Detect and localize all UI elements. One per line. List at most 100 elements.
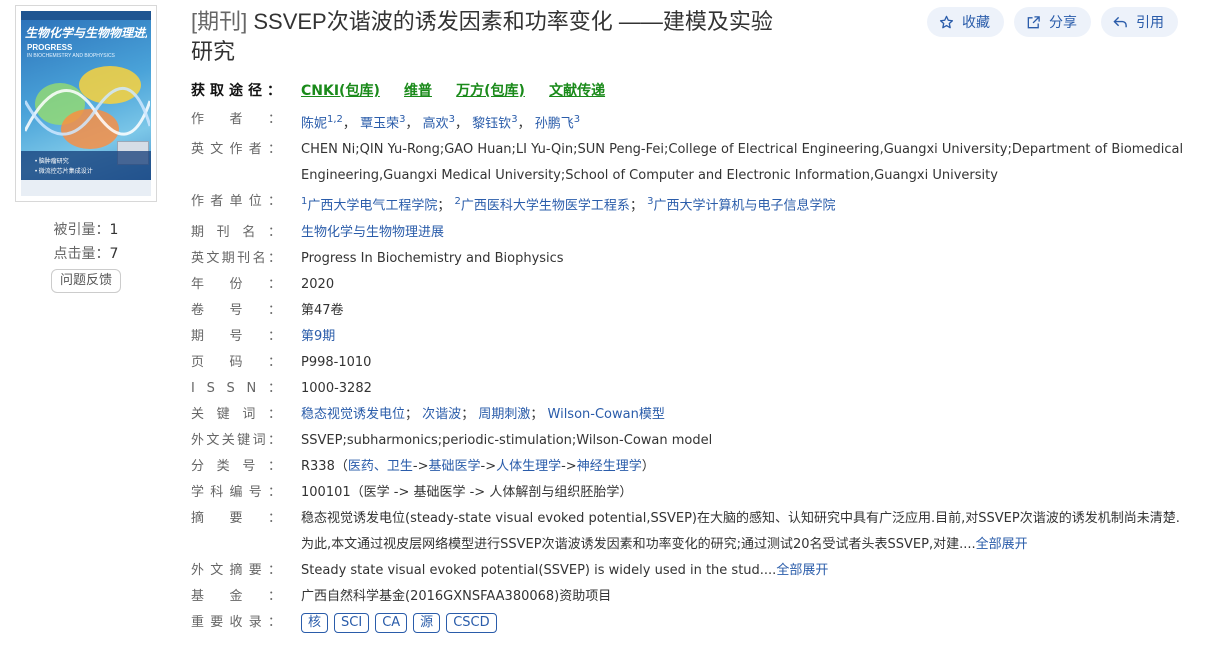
share-icon [1027,15,1040,28]
fund-label: 基金： [191,588,281,604]
feedback-button[interactable]: 问题反馈 [50,269,121,293]
year-row: 年份： 2020 [191,272,1191,298]
cover-subtitle-en: IN BIOCHEMISTRY AND BIOPHYSICS [27,53,115,59]
classification-value: R338（医药、卫生->基础医学->人体生理学->神经生理学） [301,458,655,474]
affiliation-link[interactable]: 广西医科大学生物医学工程系 [461,199,630,214]
volume-label: 卷号： [191,302,281,318]
affiliations-label: 作者单位： [191,194,281,210]
subject-row: 学科编号： 100101（医学 -> 基础医学 -> 人体解剖与组织胚胎学） [191,480,1191,506]
affiliations-row: 作者单位： 1广西大学电气工程学院； 2广西医科大学生物医学工程系； 3广西大学… [191,189,1191,219]
abstract-en-expand-link[interactable]: 全部展开 [776,563,828,578]
keywords-en-row: 外文关键词： SSVEP;subharmonics;periodic-stimu… [191,428,1191,454]
authors-label: 作者： [191,112,281,127]
access-link-weipu[interactable]: 维普 [404,83,432,99]
affiliation-link[interactable]: 广西大学电气工程学院 [307,199,437,214]
index-tag-sci[interactable]: SCI [334,612,370,633]
en-authors-row: 英文作者： CHEN Ni;QIN Yu-Rong;GAO Huan;LI Yu… [191,137,1191,189]
issue-link[interactable]: 第9期 [301,329,335,344]
access-label: 获取途径： [191,83,281,99]
fund-value: 广西自然科学基金(2016GXNSFAA380068)资助项目 [301,588,612,604]
article-type-tag: [期刊] [191,9,248,34]
keyword-link[interactable]: 周期刺激 [478,407,530,422]
volume-value: 第47卷 [301,302,344,318]
indexing-label: 重要收录： [191,614,281,630]
issue-row: 期号： 第9期 [191,324,1191,350]
star-icon [939,15,954,28]
pages-value: P998-1010 [301,354,372,370]
abstract-en-label: 外文摘要： [191,562,281,578]
access-link-wanfang[interactable]: 万方(包库) [456,83,525,99]
indexing-value: 核 SCI CA 源 CSCD [301,610,1191,636]
cover-title-en: PROGRESS [27,43,73,52]
access-link-delivery[interactable]: 文献传递 [549,83,605,99]
journal-row: 期刊名： 生物化学与生物物理进展 [191,220,1191,246]
article-title-text: SSVEP次谐波的诱发因素和功率变化 ——建模及实验研究 [191,9,773,64]
issn-row: I S S N： 1000-3282 [191,376,1191,402]
class-link[interactable]: 基础医学 [428,459,480,474]
author-link[interactable]: 黎钰钦 [472,116,511,131]
cover-band-text-2: • 微流控芯片集成设计 [35,169,93,175]
cover-bottom-strip [21,180,151,196]
click-count: 点击量：7 [53,246,119,262]
affiliation-link[interactable]: 广西大学计算机与电子信息学院 [653,199,835,214]
cover-art: 生物化学与生物物理进展 PROGRESS IN BIOCHEMISTRY AND… [21,11,151,196]
classification-label: 分类号： [191,458,281,474]
class-link[interactable]: 人体生理学 [496,459,561,474]
en-authors-label: 英文作者： [191,142,281,158]
keywords-value: 稳态视觉诱发电位； 次谐波； 周期刺激； Wilson-Cowan模型 [301,406,665,422]
author-link[interactable]: 陈妮 [301,116,327,131]
access-link-cnki[interactable]: CNKI(包库) [301,83,380,99]
abstract-value: 稳态视觉诱发电位(steady-state visual evoked pote… [301,510,1180,552]
access-row: 获取途径： CNKI(包库) 维普 万方(包库) 文献传递 [191,78,1191,105]
volume-row: 卷号： 第47卷 [191,298,1191,324]
abstract-en-value: Steady state visual evoked potential(SSV… [301,562,829,578]
abstract-expand-link[interactable]: 全部展开 [976,537,1028,552]
index-tag-core[interactable]: 核 [301,612,329,633]
keywords-en-label: 外文关键词： [191,432,281,448]
cover-title-cn: 生物化学与生物物理进展 [25,26,147,40]
journal-cover[interactable]: 生物化学与生物物理进展 PROGRESS IN BIOCHEMISTRY AND… [15,5,157,202]
year-label: 年份： [191,276,281,292]
author-link[interactable]: 高欢 [423,116,449,131]
subject-label: 学科编号： [191,484,281,500]
issue-label: 期号： [191,328,281,344]
abstract-en-row: 外文摘要： Steady state visual evoked potenti… [191,558,1191,584]
share-button[interactable]: 分享 [1014,7,1091,37]
action-bar: 收藏 分享 引用 [927,7,1178,37]
authors-row: 作者： 陈妮1,2， 覃玉荣3， 高欢3， 黎钰钦3， 孙鹏飞3 [191,107,1191,137]
article-stats: 被引量：1 点击量：7 问题反馈 [15,218,157,293]
index-tag-source[interactable]: 源 [413,612,441,633]
journal-link[interactable]: 生物化学与生物物理进展 [301,225,444,240]
keywords-label: 关键词： [191,406,281,422]
fund-row: 基金： 广西自然科学基金(2016GXNSFAA380068)资助项目 [191,584,1191,610]
journal-label: 期刊名： [191,224,281,240]
classification-row: 分类号： R338（医药、卫生->基础医学->人体生理学->神经生理学） [191,454,1191,480]
article-title: [期刊] SSVEP次谐波的诱发因素和功率变化 ——建模及实验研究 [191,7,781,67]
author-link[interactable]: 孙鹏飞 [535,116,574,131]
abstract-row: 摘要： 稳态视觉诱发电位(steady-state visual evoked … [191,506,1191,558]
keyword-link[interactable]: Wilson-Cowan模型 [548,407,665,422]
journal-en-value: Progress In Biochemistry and Biophysics [301,250,564,266]
class-link[interactable]: 医药、卫生 [348,459,413,474]
journal-en-row: 英文期刊名： Progress In Biochemistry and Biop… [191,246,1191,272]
authors-value: 陈妮1,2， 覃玉荣3， 高欢3， 黎钰钦3， 孙鹏飞3 [301,114,581,132]
class-link[interactable]: 神经生理学 [577,459,642,474]
keyword-link[interactable]: 次谐波 [422,407,461,422]
keywords-row: 关键词： 稳态视觉诱发电位； 次谐波； 周期刺激； Wilson-Cowan模型 [191,402,1191,428]
index-tag-ca[interactable]: CA [375,612,408,633]
author-link[interactable]: 覃玉荣 [360,116,399,131]
pages-label: 页码： [191,354,281,370]
journal-en-label: 英文期刊名： [191,250,281,266]
keywords-en-value: SSVEP;subharmonics;periodic-stimulation;… [301,432,713,448]
keyword-link[interactable]: 稳态视觉诱发电位 [301,407,405,422]
metadata-list: 获取途径： CNKI(包库) 维普 万方(包库) 文献传递 作者： 陈妮1,2，… [191,78,1191,636]
affiliations-value: 1广西大学电气工程学院； 2广西医科大学生物医学工程系； 3广西大学计算机与电子… [301,196,836,214]
cite-arrow-icon [1113,16,1127,27]
pages-row: 页码： P998-1010 [191,350,1191,376]
en-authors-value: CHEN Ni;QIN Yu-Rong;GAO Huan;LI Yu-Qin;S… [301,142,1184,184]
collect-button[interactable]: 收藏 [927,7,1004,37]
index-tag-cscd[interactable]: CSCD [446,612,497,633]
cite-button[interactable]: 引用 [1101,7,1178,37]
subject-value: 100101（医学 -> 基础医学 -> 人体解剖与组织胚胎学） [301,484,633,500]
issn-label: I S S N： [191,380,281,396]
